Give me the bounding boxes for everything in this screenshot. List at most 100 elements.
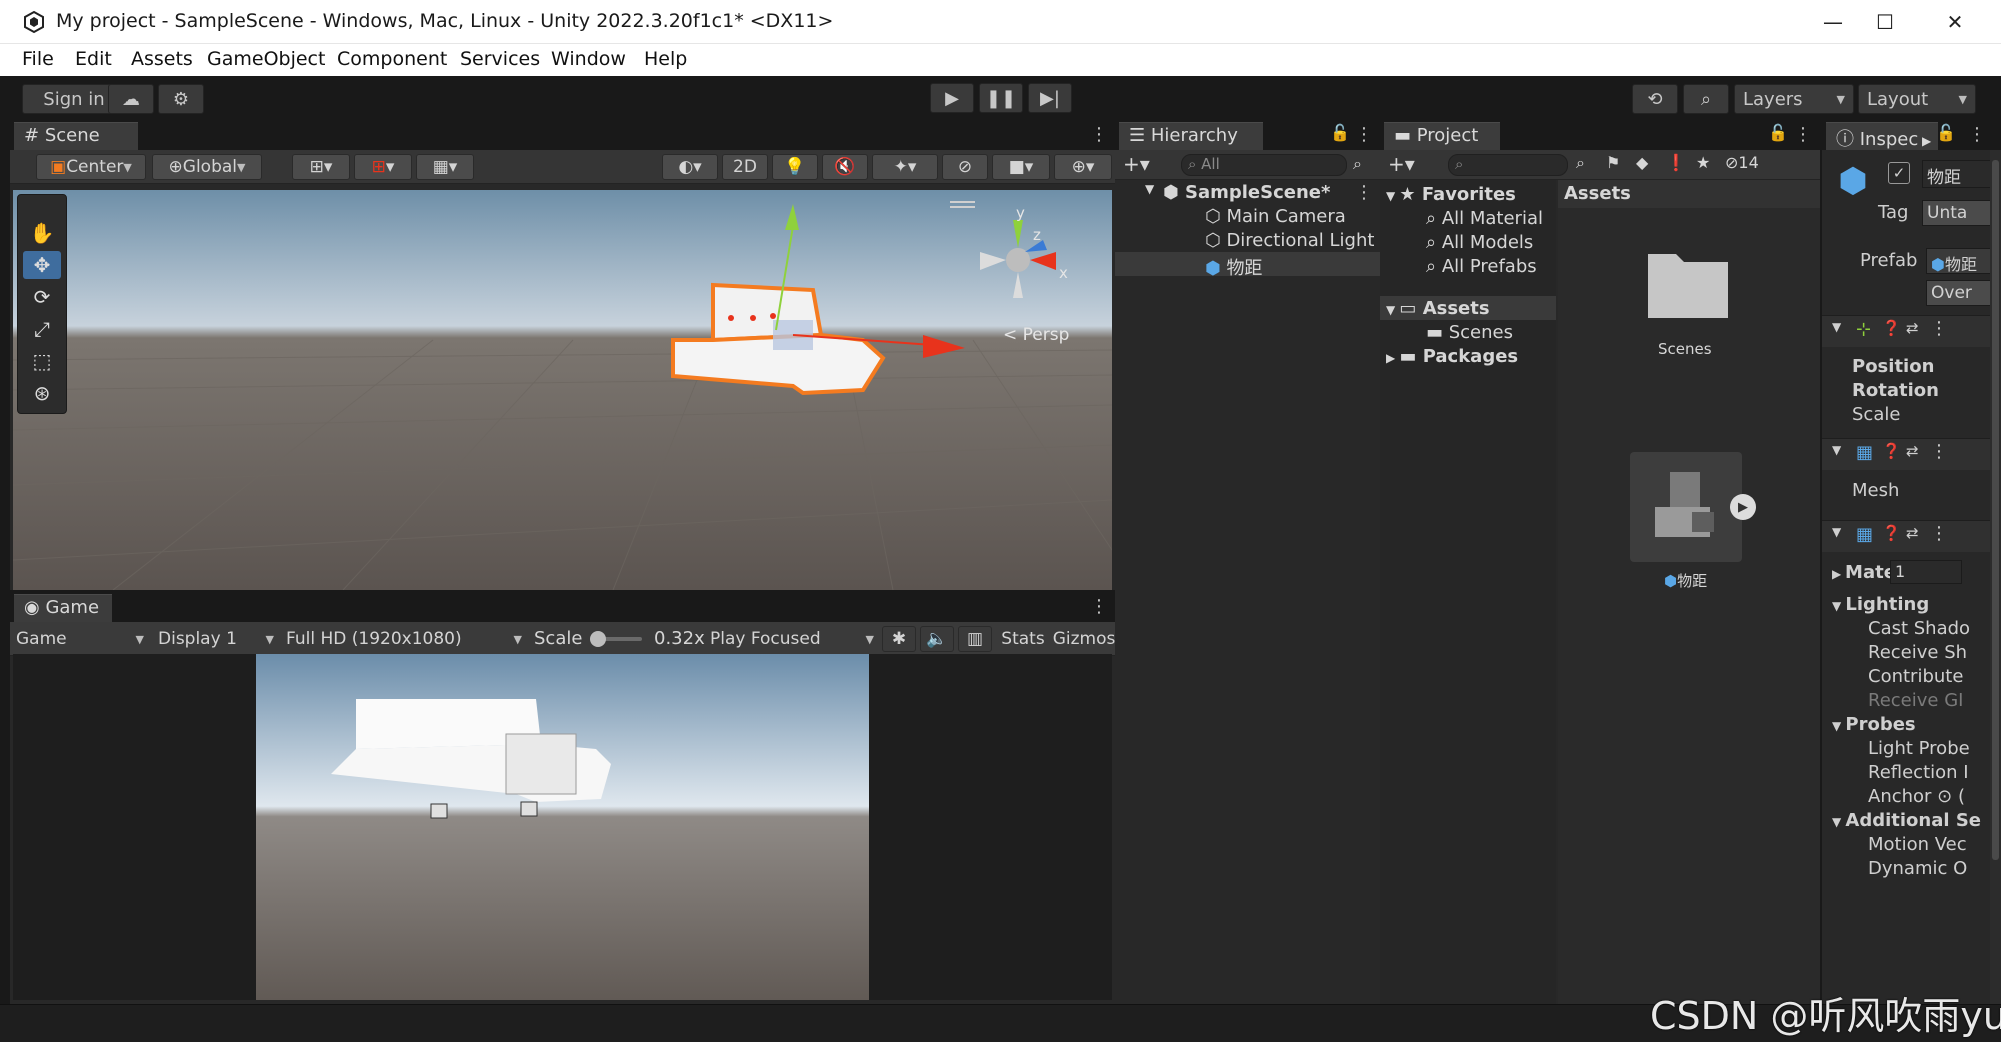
resolution-dropdown[interactable]: Full HD (1920x1080) ▼ (282, 626, 526, 652)
transform-header[interactable]: ▼ ⊹ ❓ ⇄ ⋮ (1822, 315, 2001, 347)
maximize-button[interactable]: ☐ (1850, 0, 1920, 44)
favorite-item-prefabs[interactable]: ⌕ All Prefabs (1426, 256, 1537, 277)
additional-settings-section[interactable]: ▼ Additional Se (1832, 810, 1981, 831)
favorites-item[interactable]: ▼ ★ Favorites (1386, 184, 1516, 205)
step-button[interactable]: ▶| (1028, 83, 1072, 113)
grid-visibility-icon[interactable]: ▦▾ (416, 154, 474, 180)
game-viewport[interactable] (13, 654, 1112, 1000)
mesh-filter-header[interactable]: ▼ ▦ ❓ ⇄ ⋮ (1822, 438, 2001, 470)
help-icon[interactable]: ❓ (1882, 442, 1901, 460)
hidden-objects-icon[interactable]: ⊘ (942, 154, 988, 180)
help-icon[interactable]: ❓ (1882, 524, 1901, 542)
gizmos-toggle-icon[interactable]: ⊕▾ (1054, 154, 1112, 180)
expand-prefab-play-icon[interactable]: ▶ (1730, 494, 1756, 520)
space-global-dropdown[interactable]: ⊕ Global ▼ (152, 154, 262, 180)
menu-assets[interactable]: Assets (131, 48, 193, 70)
materials-count-field[interactable]: 1 (1890, 560, 1962, 584)
scale-slider[interactable] (590, 631, 642, 647)
mesh-renderer-header[interactable]: ▼ ▦ ❓ ⇄ ⋮ (1822, 520, 2001, 552)
help-icon[interactable]: ❓ (1882, 319, 1901, 337)
menu-file[interactable]: File (22, 48, 54, 70)
tab-project[interactable]: ▬ Project (1384, 122, 1500, 150)
hierarchy-item-directional-light[interactable]: ⬡ Directional Light (1205, 230, 1374, 251)
scene-viewport[interactable]: y x z < Persp ✋ ✥ ⟳ ⤢ ⬚ ⊛ (13, 190, 1112, 590)
audio-mute-icon[interactable]: 🔈 (920, 626, 954, 652)
scene-root-item[interactable]: ▼ ⬢ SampleScene* (1145, 182, 1330, 203)
menu-help[interactable]: Help (644, 48, 687, 70)
services-gear-icon[interactable]: ⚙ (158, 84, 204, 114)
lock-icon[interactable]: 🔓 (1936, 123, 1956, 142)
create-asset-icon[interactable]: +▾ (1388, 152, 1415, 176)
close-button[interactable]: ✕ (1920, 0, 1990, 44)
grid-snap-icon[interactable]: ⊞▾ (292, 154, 350, 180)
hidden-packages-toggle[interactable]: ⊘14 (1725, 153, 1759, 172)
hand-tool-icon[interactable]: ✋ (23, 219, 61, 247)
menu-window[interactable]: Window (551, 48, 626, 70)
search-icon[interactable]: ⌕ (1683, 84, 1729, 114)
breadcrumb-assets[interactable]: Assets (1564, 183, 1631, 204)
scenes-folder-item[interactable]: ▬ Scenes (1426, 322, 1513, 343)
search-by-type-icon[interactable]: ⌕ (1576, 153, 1585, 173)
probes-section[interactable]: ▼ Probes (1832, 714, 1916, 735)
undo-history-icon[interactable]: ⟲ (1632, 84, 1678, 114)
component-menu-icon[interactable]: ⋮ (1930, 318, 1948, 339)
lock-icon[interactable]: 🔓 (1330, 123, 1350, 142)
menu-gameobject[interactable]: GameObject (207, 48, 325, 70)
scale-slider-thumb[interactable] (590, 631, 606, 647)
materials-row[interactable]: ▶ Mate (1832, 562, 1896, 583)
rotate-tool-icon[interactable]: ⟳ (23, 283, 61, 311)
pause-button[interactable]: ❚❚ (979, 83, 1023, 113)
rect-tool-icon[interactable]: ⬚ (23, 347, 61, 375)
hierarchy-item-main-camera[interactable]: ⬡ Main Camera (1205, 206, 1346, 227)
layers-dropdown[interactable]: Layers ▼ (1734, 84, 1854, 114)
tab-inspector[interactable]: ⓘ Inspec ▶ (1826, 122, 1938, 150)
audio-toggle-icon[interactable]: 🔇 (822, 154, 868, 180)
move-tool-icon[interactable]: ✥ (23, 251, 61, 279)
lighting-toggle-icon[interactable]: 💡 (772, 154, 818, 180)
search-filter-icon[interactable]: ⌕ (1353, 154, 1362, 174)
hierarchy-menu-icon[interactable]: ⋮ (1355, 124, 1373, 145)
packages-folder-item[interactable]: ▶ ▬ Packages (1386, 346, 1518, 367)
hierarchy-item-selected[interactable]: ⬢ 物距 (1205, 254, 1262, 280)
tab-hierarchy[interactable]: ☰ Hierarchy (1119, 122, 1263, 150)
preset-icon[interactable]: ⇄ (1906, 319, 1919, 337)
layout-dropdown[interactable]: Layout ▼ (1858, 84, 1976, 114)
play-button[interactable]: ▶ (930, 83, 974, 113)
preset-icon[interactable]: ⇄ (1906, 524, 1919, 542)
frame-debug-icon[interactable]: ▥ (958, 626, 992, 652)
cloud-icon[interactable]: ☁ (108, 84, 154, 114)
component-menu-icon[interactable]: ⋮ (1930, 523, 1948, 544)
effects-toggle-icon[interactable]: ✦▾ (872, 154, 938, 180)
increment-snap-icon[interactable]: ⊞ ▾ (354, 154, 412, 180)
menu-services[interactable]: Services (460, 48, 540, 70)
scene-menu-icon[interactable]: ⋮ (1090, 124, 1108, 145)
project-menu-icon[interactable]: ⋮ (1794, 124, 1812, 145)
scrollbar-thumb[interactable] (1992, 160, 1999, 860)
persp-label[interactable]: < Persp (1003, 325, 1069, 345)
preset-icon[interactable]: ⇄ (1906, 442, 1919, 460)
menu-component[interactable]: Component (337, 48, 447, 70)
transform-tool-icon[interactable]: ⊛ (23, 379, 61, 407)
favorite-item-models[interactable]: ⌕ All Models (1426, 232, 1533, 253)
lighting-section[interactable]: ▼ Lighting (1832, 594, 1929, 615)
favorite-star-icon[interactable]: ★ (1696, 153, 1710, 172)
game-menu-icon[interactable]: ⋮ (1090, 596, 1108, 617)
hierarchy-search-input[interactable]: ⌕ All (1181, 154, 1347, 176)
inspector-menu-icon[interactable]: ⋮ (1968, 124, 1986, 145)
bug-icon[interactable]: ✱ (882, 626, 916, 652)
menu-edit[interactable]: Edit (75, 48, 112, 70)
scene-item-menu-icon[interactable]: ⋮ (1355, 182, 1373, 203)
toggle-2d-button[interactable]: 2D (722, 154, 768, 180)
active-checkbox[interactable]: ✓ (1888, 162, 1910, 184)
assets-folder-item[interactable]: ▼ ▭ Assets (1386, 298, 1490, 319)
project-search-input[interactable]: ⌕ (1448, 154, 1568, 176)
play-mode-dropdown[interactable]: Play Focused ▼ (706, 626, 878, 652)
add-object-icon[interactable]: +▾ (1123, 152, 1150, 176)
gizmos-button[interactable]: Gizmos (1053, 626, 1115, 652)
prefab-asset-thumbnail[interactable] (1630, 452, 1742, 562)
stats-button[interactable]: Stats (996, 626, 1050, 652)
pivot-center-dropdown[interactable]: ▣ Center ▼ (36, 154, 146, 180)
tab-game[interactable]: ◉ Game (14, 594, 112, 622)
shading-mode-icon[interactable]: ◐▾ (662, 154, 718, 180)
display-dropdown[interactable]: Display 1 ▼ (154, 626, 278, 652)
